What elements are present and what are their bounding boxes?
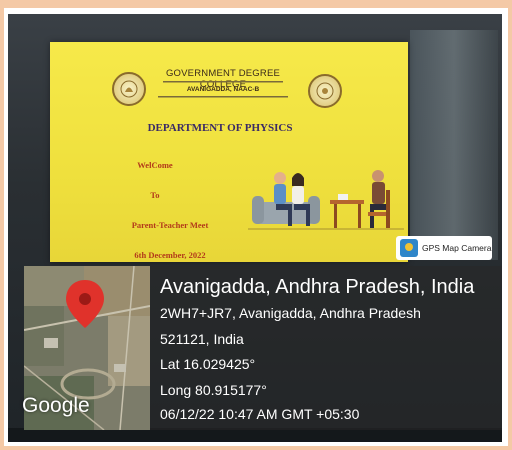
address-line-2: 521121, India bbox=[160, 331, 244, 347]
gps-app-badge: GPS Map Camera bbox=[396, 236, 492, 260]
event-date: 6th December, 2022 bbox=[134, 250, 206, 260]
latitude-text: Lat 16.029425° bbox=[160, 356, 256, 372]
college-campus: AVANIGADDA, NAAC-B bbox=[186, 86, 260, 93]
to-text: To bbox=[150, 190, 160, 200]
gps-app-label: GPS Map Camera bbox=[422, 243, 492, 253]
gps-camera-icon bbox=[400, 239, 418, 257]
floor-strip bbox=[8, 428, 502, 442]
college-subline bbox=[148, 80, 298, 85]
address-line-1: 2WH7+JR7, Avanigadda, Andhra Pradesh bbox=[160, 305, 421, 321]
welcome-text: WelCome bbox=[137, 160, 173, 170]
event-title: Parent-Teacher Meet bbox=[131, 220, 209, 230]
timestamp-text: 06/12/22 10:47 AM GMT +05:30 bbox=[160, 406, 360, 422]
college-seal-left-icon bbox=[112, 72, 146, 106]
wall-panel bbox=[410, 30, 498, 260]
campus-subline bbox=[148, 95, 298, 100]
map-brand-label: Google bbox=[22, 394, 90, 417]
department-title: DEPARTMENT OF PHYSICS bbox=[147, 122, 293, 134]
projector-screen: GOVERNMENT DEGREE COLLEGE AVANIGADDA, NA… bbox=[50, 42, 408, 262]
location-place: Avanigadda, Andhra Pradesh, India bbox=[160, 276, 475, 298]
naac-seal-right-icon bbox=[308, 74, 342, 108]
parent-teacher-illustration bbox=[248, 170, 404, 230]
longitude-text: Long 80.915177° bbox=[160, 382, 267, 398]
